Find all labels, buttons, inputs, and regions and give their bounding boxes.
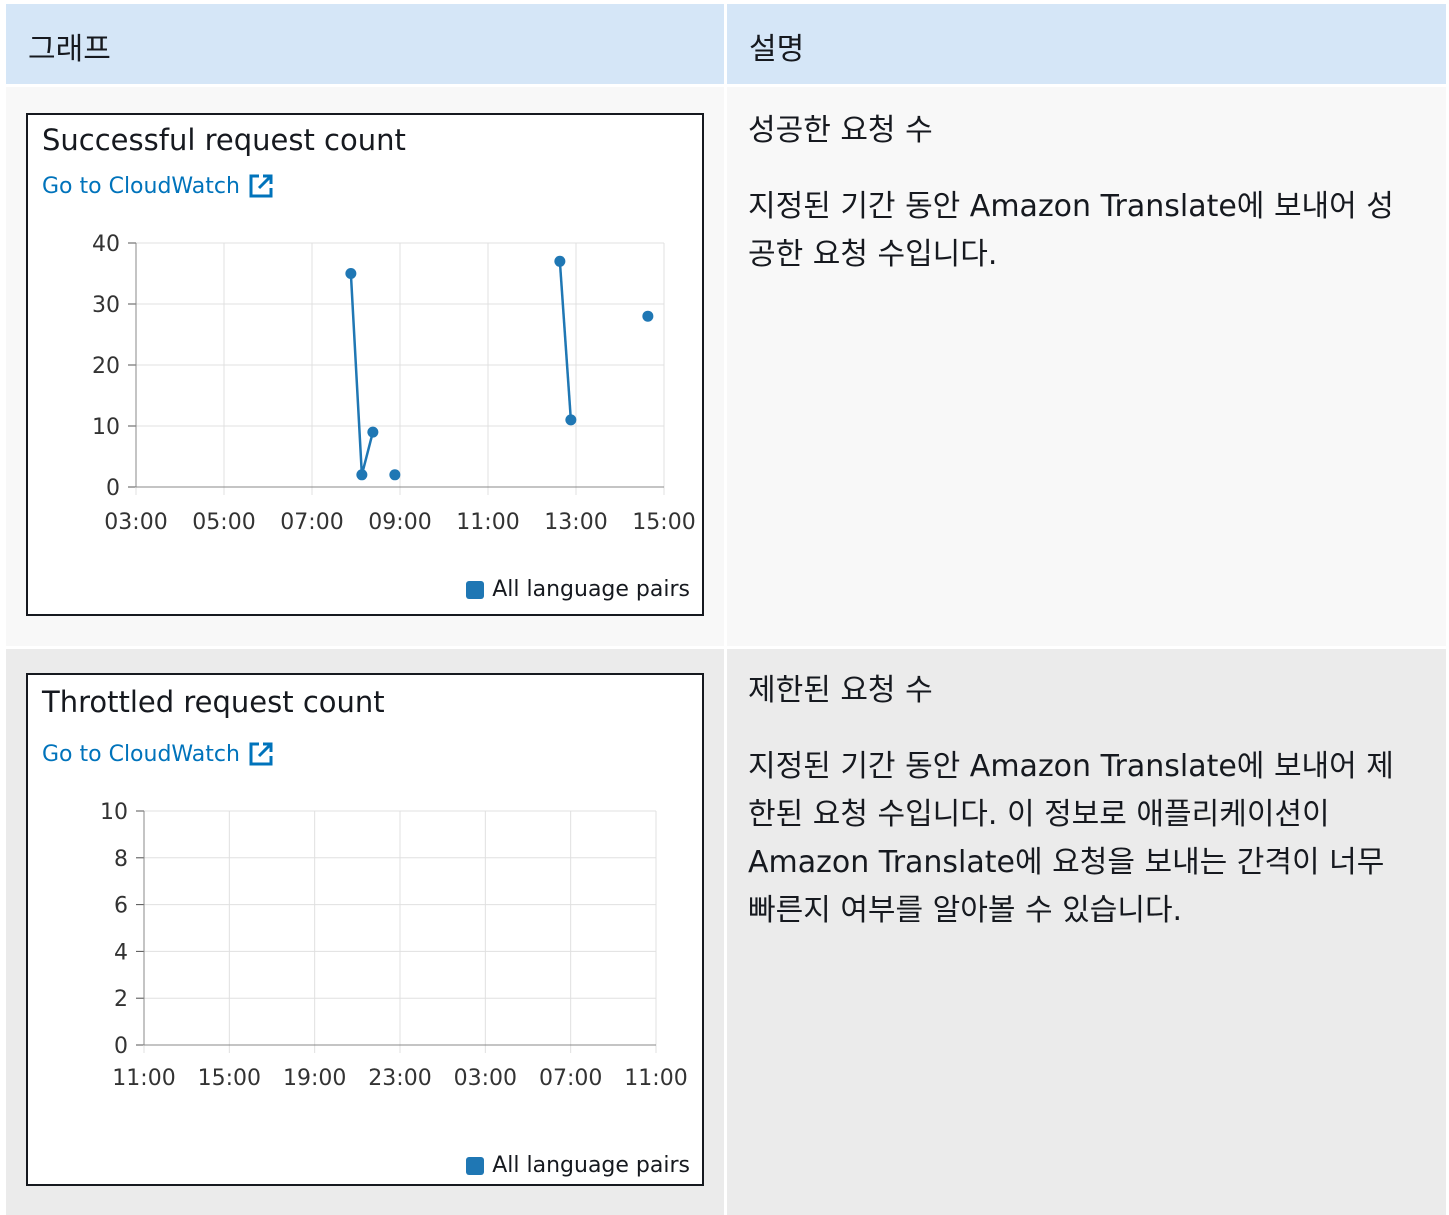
chart-legend[interactable]: All language pairs: [466, 1153, 690, 1178]
x-tick-label: 07:00: [280, 510, 343, 535]
throttled-request-chart: 0 2 4 6 8 10 11:00 15:00 19:00 23:00 03:00 07:00 11:…: [100, 800, 688, 1091]
description-body: 지정된 기간 동안 Amazon Translate에 보내어 제한된 요청 수…: [748, 749, 1394, 928]
x-tick-label: 15:00: [632, 510, 695, 535]
legend-label: All language pairs: [492, 577, 690, 602]
legend-swatch: [466, 1156, 485, 1175]
y-tick-label: 10: [92, 415, 120, 440]
x-tick-label: 11:00: [456, 510, 519, 535]
data-point[interactable]: [356, 469, 368, 481]
y-tick-label: 6: [114, 894, 128, 919]
y-tick-label: 40: [92, 232, 120, 257]
y-tick-label: 10: [100, 800, 128, 825]
description-body: 지정된 기간 동안 Amazon Translate에 보내어 성공한 요청 수…: [748, 189, 1394, 272]
header-graph-cell: 그래프: [6, 4, 724, 84]
x-tick-label: 07:00: [539, 1066, 602, 1091]
data-point[interactable]: [345, 268, 357, 279]
external-link-icon: [249, 174, 273, 198]
data-point[interactable]: [367, 426, 379, 438]
legend-label: All language pairs: [492, 1153, 690, 1178]
throttled-request-panel: Throttled request count Go to CloudWatch…: [26, 673, 704, 1186]
data-point[interactable]: [389, 469, 401, 481]
x-tick-label: 03:00: [104, 510, 167, 535]
external-link-icon: [249, 742, 273, 766]
x-tick-label: 23:00: [368, 1066, 431, 1091]
y-tick-label: 20: [92, 354, 120, 379]
y-tick-label: 4: [114, 940, 128, 965]
x-tick-label: 05:00: [192, 510, 255, 535]
header-description-cell: 설명: [727, 4, 1446, 84]
successful-request-panel: Successful request count Go to CloudWatc…: [26, 113, 704, 616]
go-to-cloudwatch-link[interactable]: Go to CloudWatch: [42, 173, 274, 199]
data-point[interactable]: [554, 255, 566, 267]
x-tick-label: 15:00: [198, 1066, 261, 1091]
y-tick-label: 0: [106, 476, 120, 501]
y-tick-label: 8: [114, 847, 128, 872]
y-tick-label: 30: [92, 293, 120, 318]
legend-swatch: [466, 580, 485, 599]
go-to-cloudwatch-link[interactable]: Go to CloudWatch: [42, 741, 274, 767]
x-tick-label: 11:00: [624, 1066, 687, 1091]
description-title: 성공한 요청 수: [748, 113, 933, 148]
row-successful-graph-cell: Successful request count Go to CloudWatc…: [6, 87, 724, 646]
description-title: 제한된 요청 수: [748, 673, 933, 708]
link-label: Go to CloudWatch: [42, 173, 240, 199]
y-tick-label: 2: [114, 987, 128, 1012]
row-successful-description-cell: 성공한 요청 수 지정된 기간 동안 Amazon Translate에 보내어…: [727, 87, 1446, 646]
series-line: [558, 261, 573, 420]
row-throttled-graph-cell: Throttled request count Go to CloudWatch…: [6, 649, 724, 1215]
panel-title: Successful request count: [42, 123, 406, 157]
link-label: Go to CloudWatch: [42, 741, 240, 767]
data-point[interactable]: [642, 310, 654, 322]
successful-request-chart: 0 10 20 30 40 03:00 05:00 07:00 09:00 11:00 13:00 1…: [92, 232, 696, 535]
header-description-label: 설명: [749, 32, 805, 67]
x-tick-label: 03:00: [454, 1066, 517, 1091]
row-throttled-description-cell: 제한된 요청 수 지정된 기간 동안 Amazon Translate에 보내어…: [727, 649, 1446, 1215]
chart-legend[interactable]: All language pairs: [466, 577, 690, 602]
x-tick-label: 09:00: [368, 510, 431, 535]
x-tick-label: 13:00: [544, 510, 607, 535]
panel-title: Throttled request count: [42, 685, 385, 719]
header-graph-label: 그래프: [28, 32, 111, 67]
x-tick-label: 19:00: [283, 1066, 346, 1091]
x-tick-label: 11:00: [112, 1066, 175, 1091]
data-point[interactable]: [565, 414, 577, 426]
y-tick-label: 0: [114, 1034, 128, 1059]
